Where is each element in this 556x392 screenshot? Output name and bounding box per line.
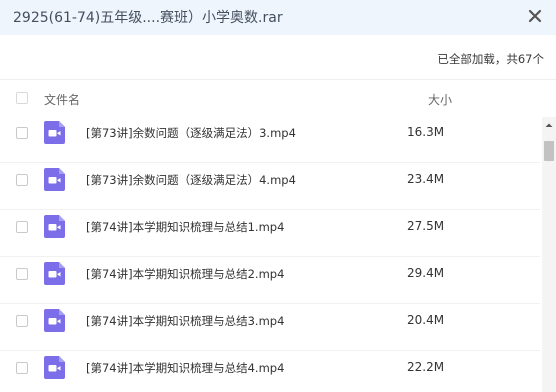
dialog-titlebar: 2925(61-74)五年级....赛班）小学奥数.rar bbox=[0, 0, 556, 35]
file-size: 22.2M bbox=[407, 360, 445, 374]
file-row[interactable]: [第73讲]余数问题（逐级满足法）4.mp4 23.4M bbox=[0, 164, 540, 210]
video-file-icon bbox=[44, 262, 65, 285]
row-divider bbox=[0, 209, 540, 210]
file-row-checkbox[interactable] bbox=[16, 221, 28, 233]
file-row[interactable]: [第73讲]余数问题（逐级满足法）3.mp4 16.3M bbox=[0, 117, 540, 163]
row-divider bbox=[0, 162, 540, 163]
file-row-checkbox[interactable] bbox=[16, 127, 28, 139]
video-file-icon bbox=[44, 356, 65, 379]
file-row-checkbox[interactable] bbox=[16, 315, 28, 327]
vertical-scrollbar[interactable] bbox=[542, 117, 556, 392]
video-file-icon bbox=[44, 309, 65, 332]
file-row-checkbox[interactable] bbox=[16, 362, 28, 374]
file-name: [第73讲]余数问题（逐级满足法）3.mp4 bbox=[86, 126, 296, 140]
file-row[interactable]: [第74讲]本学期知识梳理与总结4.mp4 22.2M bbox=[0, 352, 540, 392]
file-row[interactable]: [第74讲]本学期知识梳理与总结3.mp4 20.4M bbox=[0, 305, 540, 351]
video-file-icon bbox=[44, 121, 65, 144]
header-divider bbox=[0, 79, 556, 80]
file-size: 29.4M bbox=[407, 266, 445, 280]
load-status-text: 已全部加载，共67个 bbox=[437, 52, 544, 66]
file-list: [第73讲]余数问题（逐级满足法）3.mp4 16.3M [第73讲]余数问题（逐级… bbox=[0, 117, 540, 392]
file-name: [第74讲]本学期知识梳理与总结1.mp4 bbox=[86, 220, 285, 234]
dialog-title: 2925(61-74)五年级....赛班）小学奥数.rar bbox=[13, 10, 283, 26]
file-row[interactable]: [第74讲]本学期知识梳理与总结1.mp4 27.5M bbox=[0, 211, 540, 257]
row-divider bbox=[0, 303, 540, 304]
video-file-icon bbox=[44, 168, 65, 191]
file-row-checkbox[interactable] bbox=[16, 174, 28, 186]
scroll-up-arrow-icon[interactable] bbox=[542, 117, 556, 133]
column-header-size: 大小 bbox=[428, 93, 453, 107]
close-icon[interactable] bbox=[525, 6, 545, 26]
file-row[interactable]: [第74讲]本学期知识梳理与总结2.mp4 29.4M bbox=[0, 258, 540, 304]
file-name: [第74讲]本学期知识梳理与总结3.mp4 bbox=[86, 314, 285, 328]
column-header-name: 文件名 bbox=[44, 93, 81, 107]
select-all-checkbox[interactable] bbox=[16, 92, 28, 104]
file-name: [第74讲]本学期知识梳理与总结4.mp4 bbox=[86, 361, 285, 375]
file-name: [第74讲]本学期知识梳理与总结2.mp4 bbox=[86, 267, 285, 281]
row-divider bbox=[0, 256, 540, 257]
row-divider bbox=[0, 350, 540, 351]
file-size: 20.4M bbox=[407, 313, 445, 327]
file-name: [第73讲]余数问题（逐级满足法）4.mp4 bbox=[86, 173, 296, 187]
video-file-icon bbox=[44, 215, 65, 238]
file-size: 27.5M bbox=[407, 219, 445, 233]
file-row-checkbox[interactable] bbox=[16, 268, 28, 280]
file-size: 23.4M bbox=[407, 172, 445, 186]
file-size: 16.3M bbox=[407, 125, 445, 139]
scrollbar-thumb[interactable] bbox=[544, 141, 554, 161]
